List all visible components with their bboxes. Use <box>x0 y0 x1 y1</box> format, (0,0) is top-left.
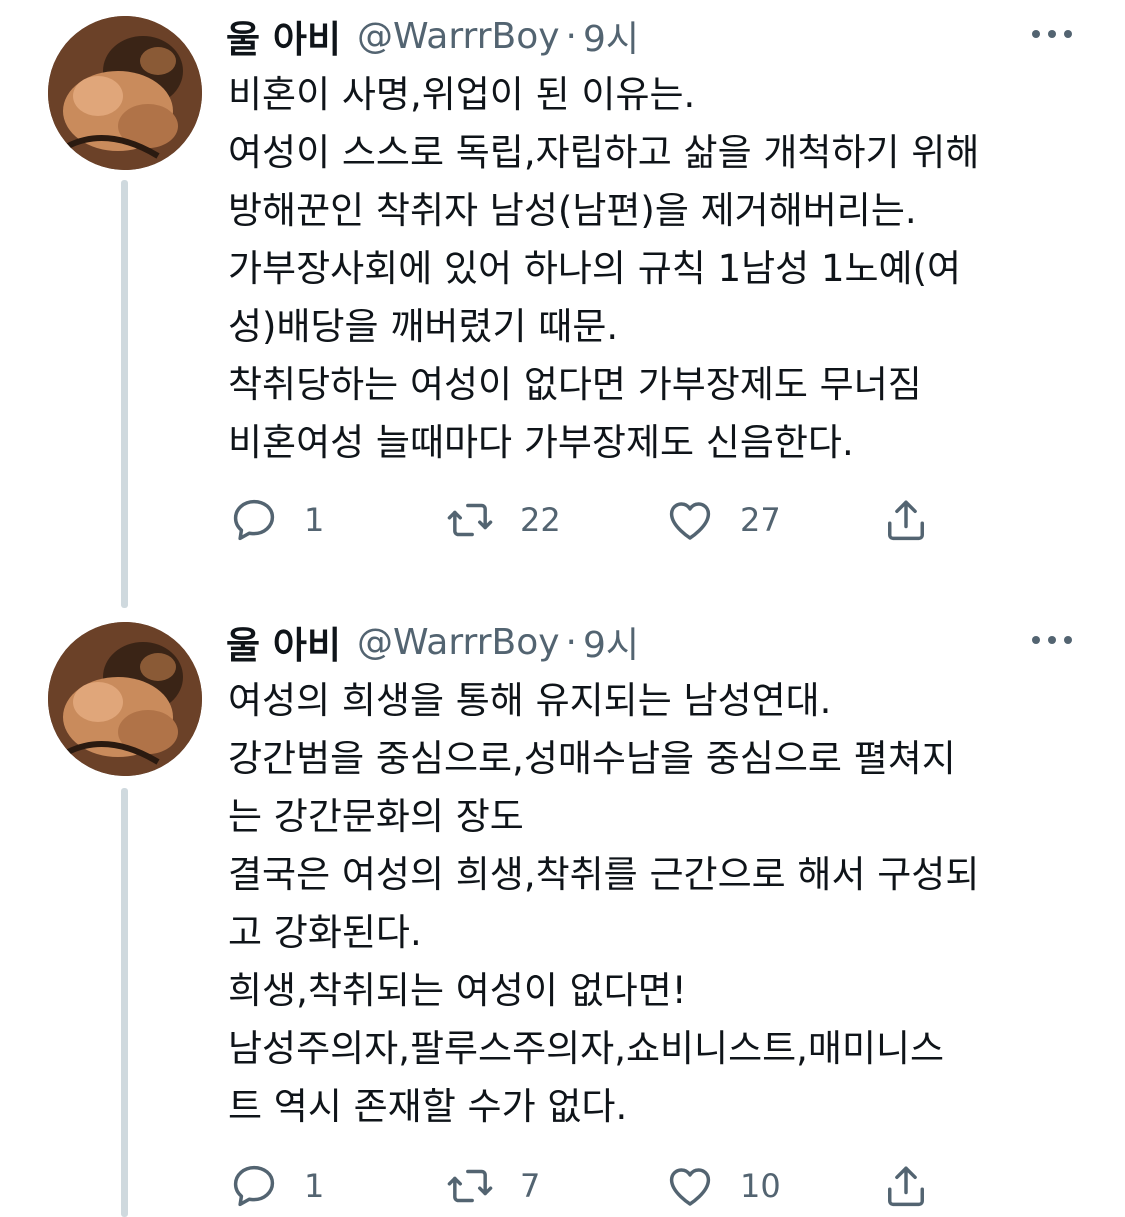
like-count: 27 <box>740 501 781 539</box>
retweet-icon <box>447 1169 493 1203</box>
retweet-button[interactable]: 7 <box>444 1160 540 1212</box>
thread-connector-line <box>121 180 128 608</box>
thread-connector-line <box>121 788 128 1217</box>
tweet-actions: 1 22 27 <box>228 494 948 546</box>
separator-dot: · <box>565 621 577 663</box>
avatar-painting-icon <box>48 622 202 776</box>
more-options-icon[interactable] <box>1030 22 1074 46</box>
share-icon <box>888 500 924 541</box>
tweet-text-line: 방해꾼인 착취자 남성(남편)을 제거해버리는. <box>228 189 917 232</box>
user-handle[interactable]: @WarrrBoy <box>357 622 560 663</box>
timestamp[interactable]: 9시 <box>583 10 639 62</box>
tweet[interactable]: 울 아비 @WarrrBoy · 9시 비혼이 사명,위업이 된 이유는. 여성… <box>0 0 1125 608</box>
share-button[interactable] <box>880 1160 932 1212</box>
tweet-actions: 1 7 10 <box>228 1160 948 1212</box>
reply-button[interactable]: 1 <box>228 494 324 546</box>
retweet-button[interactable]: 22 <box>444 494 561 546</box>
avatar[interactable] <box>48 622 202 776</box>
like-button[interactable]: 27 <box>664 494 781 546</box>
tweet-text-line: 여성의 희생을 통해 유지되는 남성연대. <box>228 679 832 722</box>
avatar-painting-icon <box>48 16 202 170</box>
tweet-text-line: 성)배당을 깨버렸기 때문. <box>228 305 619 348</box>
retweet-count: 22 <box>520 501 561 539</box>
reply-count: 1 <box>304 1167 325 1205</box>
display-name[interactable]: 울 아비 <box>226 615 341 669</box>
tweet-text-line: 비혼여성 늘때마다 가부장제도 신음한다. <box>228 421 854 464</box>
tweet-text-line: 고 강화된다. <box>228 911 422 954</box>
retweet-count: 7 <box>520 1167 541 1205</box>
tweet-text-line: 강간범을 중심으로,성매수남을 중심으로 펼쳐지 <box>228 737 956 780</box>
share-button[interactable] <box>880 494 932 546</box>
tweet-text-line: 착취당하는 여성이 없다면 가부장제도 무너짐 <box>228 363 922 406</box>
tweet-text-line: 는 강간문화의 장도 <box>228 795 524 838</box>
like-count: 10 <box>740 1167 781 1205</box>
heart-icon <box>669 1168 711 1206</box>
retweet-icon <box>447 503 493 537</box>
user-handle[interactable]: @WarrrBoy <box>357 16 560 57</box>
tweet-text-line: 남성주의자,팔루스주의자,쇼비니스트,매미니스 <box>228 1027 945 1070</box>
share-icon <box>888 1166 924 1207</box>
display-name[interactable]: 울 아비 <box>226 9 341 63</box>
tweet-text-line: 가부장사회에 있어 하나의 규칙 1남성 1노예(여 <box>228 247 962 290</box>
reply-count: 1 <box>304 501 325 539</box>
tweet-text: 비혼이 사명,위업이 된 이유는. 여성이 스스로 독립,자립하고 삶을 개척하… <box>228 66 1098 472</box>
like-button[interactable]: 10 <box>664 1160 781 1212</box>
heart-icon <box>669 502 711 540</box>
reply-icon <box>233 1165 275 1207</box>
separator-dot: · <box>565 15 577 57</box>
reply-button[interactable]: 1 <box>228 1160 324 1212</box>
tweet-text-line: 트 역시 존재할 수가 없다. <box>228 1085 628 1128</box>
tweet-text-line: 여성이 스스로 독립,자립하고 삶을 개척하기 위해 <box>228 131 980 174</box>
more-options-icon[interactable] <box>1030 628 1074 652</box>
tweet-text-line: 결국은 여성의 희생,착취를 근간으로 해서 구성되 <box>228 853 980 896</box>
tweet-text: 여성의 희생을 통해 유지되는 남성연대. 강간범을 중심으로,성매수남을 중심… <box>228 672 1098 1136</box>
tweet-header: 울 아비 @WarrrBoy · 9시 <box>226 10 639 62</box>
reply-icon <box>233 499 275 541</box>
avatar[interactable] <box>48 16 202 170</box>
tweet-text-line: 비혼이 사명,위업이 된 이유는. <box>228 73 696 116</box>
tweet[interactable]: 울 아비 @WarrrBoy · 9시 여성의 희생을 통해 유지되는 남성연대… <box>0 606 1125 1217</box>
timestamp[interactable]: 9시 <box>583 616 639 668</box>
tweet-text-line: 희생,착취되는 여성이 없다면! <box>228 969 687 1012</box>
tweet-header: 울 아비 @WarrrBoy · 9시 <box>226 616 639 668</box>
